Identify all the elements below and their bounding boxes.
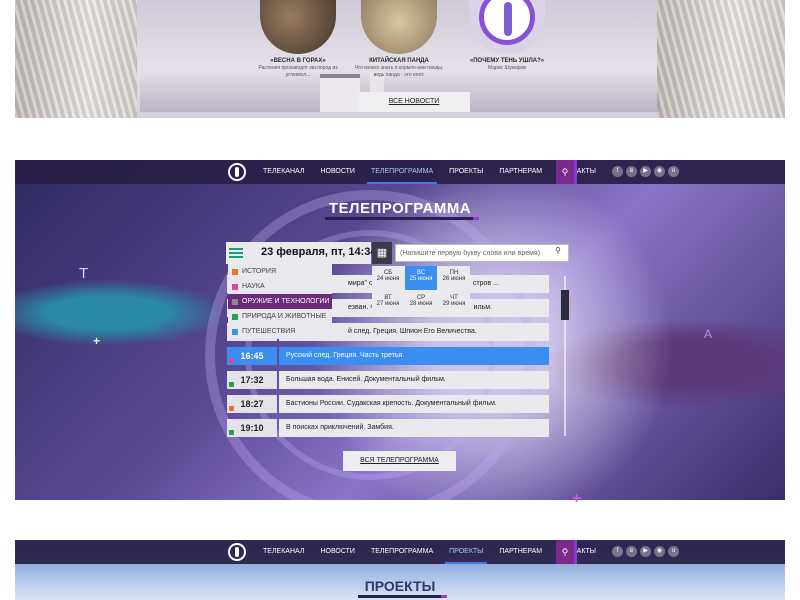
category-item[interactable]: ПРИРОДА И ЖИВОТНЫЕ [228,309,332,324]
all-news-button[interactable]: ВСЕ НОВОСТИ [358,92,470,112]
news-card[interactable]: КИТАЙСКАЯ ПАНДА Что можно знать о кормле… [354,0,444,79]
facebook-icon[interactable]: f [612,546,623,557]
news-thumbnail[interactable] [260,0,336,54]
section-title: ТЕЛЕПРОГРАММА [328,200,472,217]
silhouette-icon [479,0,535,45]
vk-icon[interactable]: в [626,166,637,177]
news-author: Марис Шумаров [488,65,526,71]
nav-item-partneram[interactable]: ПАРТНЕРАМ [491,540,550,564]
nav-item-novosti[interactable]: НОВОСТИ [312,160,363,184]
channel-logo-icon[interactable] [228,163,246,181]
search-icon[interactable]: ⚲ [556,540,574,564]
category-item-active[interactable]: ОРУЖИЕ И ТЕХНОЛОГИИ [228,294,332,309]
category-marker [229,406,234,411]
odnoklassniki-icon[interactable]: o [668,546,679,557]
youtube-icon[interactable]: ▶ [640,546,651,557]
nav-item-teleprogramma[interactable]: ТЕЛЕПРОГРАММА [363,540,441,564]
search-input[interactable] [395,244,569,262]
nav-accent [574,540,577,564]
category-item[interactable]: ПУТЕШЕСТВИЯ [228,324,332,339]
section-title: ПРОЕКТЫ [364,578,436,594]
projects-navbar: ТЕЛЕКАНАЛ НОВОСТИ ТЕЛЕПРОГРАММА ПРОЕКТЫ … [15,540,785,564]
schedule-time: 18:27 [227,395,277,413]
news-title[interactable]: «ПОЧЕМУ ТЕНЬ УШЛА?» [462,58,552,64]
search-icon[interactable]: ⚲ [556,160,574,184]
nav-item-proekty[interactable]: ПРОЕКТЫ [441,540,491,564]
day-option[interactable]: ПН 26 июня [438,266,470,290]
current-date: 23 февраля, пт, 14:34 [261,246,377,258]
nav-item-teleprogramma[interactable]: ТЕЛЕПРОГРАММА [363,160,441,184]
calendar-icon[interactable]: ▦ [372,242,392,264]
nav-menu: ТЕЛЕКАНАЛ НОВОСТИ ТЕЛЕПРОГРАММА ПРОЕКТЫ … [255,540,604,564]
day-option[interactable]: ВТ 27 июня [372,291,404,315]
search-icon[interactable]: ⚲ [555,246,561,255]
news-thumbnail[interactable] [469,0,545,54]
category-marker [229,430,234,435]
instagram-icon[interactable]: ◉ [654,166,665,177]
nav-item-partneram[interactable]: ПАРТНЕРАМ [491,160,550,184]
channel-logo-icon[interactable] [228,543,246,561]
news-title[interactable]: КИТАЙСКАЯ ПАНДА [354,58,444,64]
facebook-icon[interactable]: f [612,166,623,177]
category-marker [229,358,234,363]
schedule-row[interactable]: 18:27 Бастионы России. Судакская крепост… [227,395,549,413]
main-navbar: ТЕЛЕКАНАЛ НОВОСТИ ТЕЛЕПРОГРАММА ПРОЕКТЫ … [15,160,785,184]
category-item[interactable]: ИСТОРИЯ [228,264,332,279]
schedule-time: 16:45 [227,347,277,365]
plus-decoration: + [572,490,582,507]
vk-icon[interactable]: в [626,546,637,557]
news-section: «ВЕСНА В ГОРАХ» Растения производят кисл… [15,0,785,118]
instagram-icon[interactable]: ◉ [654,546,665,557]
news-thumbnail[interactable] [361,0,437,54]
day-option[interactable]: ЧТ 29 июня [438,291,470,315]
nav-item-proekty[interactable]: ПРОЕКТЫ [441,160,491,184]
odnoklassniki-icon[interactable]: o [668,166,679,177]
decorative-letter: A [704,327,713,341]
category-marker [229,382,234,387]
social-links: f в ▶ ◉ o [612,546,679,557]
nav-item-novosti[interactable]: НОВОСТИ [312,540,363,564]
category-item[interactable]: НАУКА [228,279,332,294]
scrollbar-thumb[interactable] [561,290,569,320]
category-menu-icon[interactable] [229,246,243,260]
day-option-active[interactable]: ВС 25 июня [405,266,437,290]
schedule-title: В поисках приключений. Замбия. [279,419,549,437]
social-links: f в ▶ ◉ o [612,166,679,177]
news-card[interactable]: «ВЕСНА В ГОРАХ» Растения производят кисл… [253,0,343,79]
plus-decoration: + [93,334,101,348]
nav-item-telekanal[interactable]: ТЕЛЕКАНАЛ [255,160,312,184]
nav-menu: ТЕЛЕКАНАЛ НОВОСТИ ТЕЛЕПРОГРАММА ПРОЕКТЫ … [255,160,604,184]
rock-image-left [15,0,137,118]
rock-image-right [657,0,785,118]
schedule-title: Русский след. Греция. Часть третья. [279,347,549,365]
projects-section: ТЕЛЕКАНАЛ НОВОСТИ ТЕЛЕПРОГРАММА ПРОЕКТЫ … [15,540,785,600]
category-dropdown: ИСТОРИЯ НАУКА ОРУЖИЕ И ТЕХНОЛОГИИ ПРИРОД… [228,264,332,339]
tv-program-section: ТЕЛЕКАНАЛ НОВОСТИ ТЕЛЕПРОГРАММА ПРОЕКТЫ … [15,160,785,500]
nav-accent [574,160,577,184]
schedule-row[interactable]: 17:32 Большая вода. Енисей. Документальн… [227,371,549,389]
schedule-time: 19:10 [227,419,277,437]
schedule-title: Большая вода. Енисей. Документальный фил… [279,371,549,389]
all-tv-program-button[interactable]: ВСЯ ТЕЛЕПРОГРАММА [343,451,456,471]
title-underline [325,217,479,220]
schedule-row-current[interactable]: 16:45 Русский след. Греция. Часть третья… [227,347,549,365]
youtube-icon[interactable]: ▶ [640,166,651,177]
day-picker: СБ 24 июня ВС 25 июня ПН 26 июня ВТ 27 июня … [372,266,470,316]
news-description: Что можно знать о кормле-нии панды, ведь… [354,65,444,78]
news-title[interactable]: «ВЕСНА В ГОРАХ» [253,58,343,64]
schedule-title: Бастионы России. Судакская крепость. Док… [279,395,549,413]
news-description: Растения производят кислород из углекисл… [258,65,338,78]
schedule-time: 17:32 [227,371,277,389]
day-option[interactable]: СР 28 июня [405,291,437,315]
news-card[interactable]: «ПОЧЕМУ ТЕНЬ УШЛА?» Марис Шумаров [462,0,552,72]
nav-item-telekanal[interactable]: ТЕЛЕКАНАЛ [255,540,312,564]
decorative-letter: T [79,265,89,282]
day-option[interactable]: СБ 24 июня [372,266,404,290]
schedule-row[interactable]: 19:10 В поисках приключений. Замбия. [227,419,549,437]
title-underline [358,595,447,598]
